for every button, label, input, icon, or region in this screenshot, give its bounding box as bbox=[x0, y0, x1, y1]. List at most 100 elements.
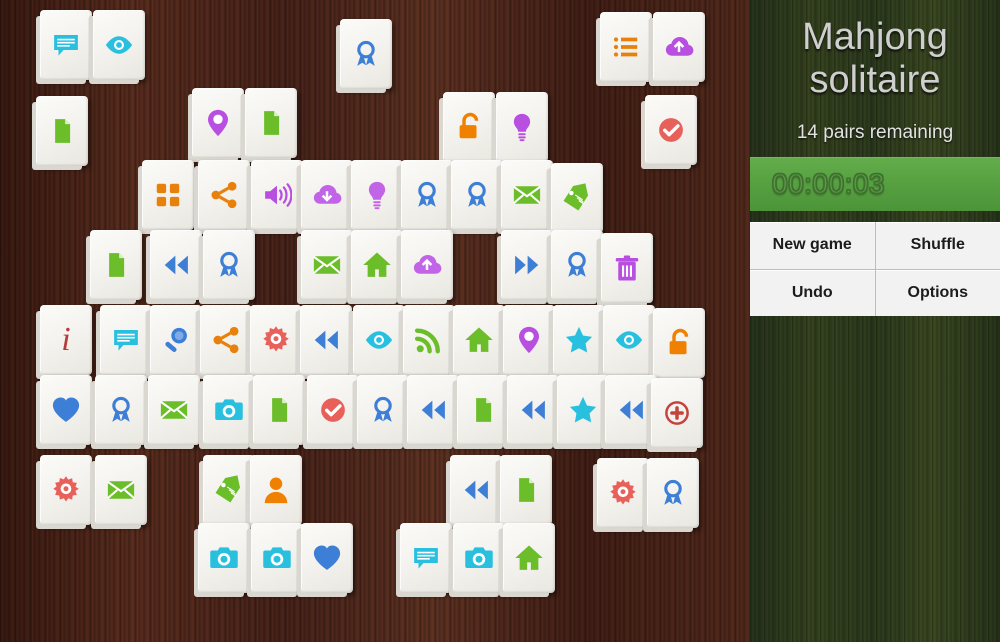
mahjong-tile[interactable] bbox=[353, 305, 405, 375]
mahjong-tile[interactable] bbox=[40, 375, 92, 445]
mahjong-tile[interactable] bbox=[453, 523, 505, 593]
mahjong-tile[interactable] bbox=[150, 305, 202, 375]
mahjong-tile[interactable] bbox=[496, 92, 548, 162]
cloud-upload-icon bbox=[412, 250, 442, 280]
mahjong-tile[interactable] bbox=[340, 19, 392, 89]
document-icon bbox=[256, 108, 286, 138]
mahjong-tile[interactable] bbox=[400, 523, 452, 593]
mahjong-tile[interactable] bbox=[253, 375, 305, 445]
mahjong-tile[interactable] bbox=[647, 458, 699, 528]
mahjong-tile[interactable] bbox=[203, 230, 255, 300]
mahjong-tile[interactable] bbox=[501, 230, 553, 300]
mahjong-tile[interactable] bbox=[36, 96, 88, 166]
mahjong-tile[interactable] bbox=[653, 308, 705, 378]
ribbon-award-icon bbox=[562, 250, 592, 280]
new-game-button[interactable]: New game bbox=[750, 222, 875, 269]
mahjong-tile[interactable] bbox=[501, 160, 553, 230]
lightbulb-icon bbox=[507, 112, 537, 142]
camera-icon bbox=[209, 543, 239, 573]
mahjong-tile[interactable] bbox=[351, 230, 403, 300]
mahjong-tile[interactable] bbox=[603, 305, 655, 375]
mahjong-tile[interactable] bbox=[357, 375, 409, 445]
mahjong-tile[interactable] bbox=[203, 375, 255, 445]
rewind-icon bbox=[161, 250, 191, 280]
price-tag-icon bbox=[214, 475, 244, 505]
control-button-grid: New game Shuffle Undo Options bbox=[750, 222, 1000, 316]
mahjong-tile[interactable] bbox=[251, 160, 303, 230]
mahjong-tile[interactable] bbox=[557, 375, 609, 445]
mahjong-board[interactable]: i bbox=[0, 0, 750, 642]
mahjong-tile[interactable] bbox=[457, 375, 509, 445]
mahjong-tile[interactable] bbox=[95, 375, 147, 445]
mahjong-tile[interactable] bbox=[450, 455, 502, 525]
mahjong-tile[interactable] bbox=[597, 458, 649, 528]
mahjong-tile[interactable] bbox=[198, 160, 250, 230]
shuffle-button[interactable]: Shuffle bbox=[875, 222, 1000, 269]
mahjong-tile[interactable] bbox=[100, 305, 152, 375]
mahjong-tile[interactable] bbox=[93, 10, 145, 80]
mahjong-tile[interactable] bbox=[90, 230, 142, 300]
game-title: Mahjong solitaire bbox=[802, 16, 948, 101]
ribbon-award-icon bbox=[351, 39, 381, 69]
fast-forward-icon bbox=[512, 250, 542, 280]
eye-icon bbox=[364, 325, 394, 355]
mahjong-tile[interactable] bbox=[148, 375, 200, 445]
mahjong-tile[interactable] bbox=[653, 12, 705, 82]
mahjong-tile[interactable] bbox=[453, 305, 505, 375]
options-button[interactable]: Options bbox=[875, 269, 1000, 316]
mahjong-tile[interactable] bbox=[150, 230, 202, 300]
mahjong-tile[interactable] bbox=[307, 375, 359, 445]
mahjong-tile[interactable] bbox=[407, 375, 459, 445]
mahjong-tile[interactable] bbox=[250, 455, 302, 525]
timer-bar: 00:00:03 bbox=[750, 157, 1000, 211]
heart-icon bbox=[51, 395, 81, 425]
mahjong-tile[interactable] bbox=[401, 160, 453, 230]
mahjong-tile[interactable] bbox=[251, 523, 303, 593]
mahjong-tile[interactable] bbox=[443, 92, 495, 162]
home-icon bbox=[514, 543, 544, 573]
cloud-upload-icon bbox=[664, 32, 694, 62]
mahjong-tile[interactable] bbox=[192, 88, 244, 158]
document-icon bbox=[264, 395, 294, 425]
info-i-icon: i bbox=[61, 321, 71, 358]
mahjong-tile[interactable] bbox=[301, 230, 353, 300]
mahjong-tile[interactable] bbox=[300, 305, 352, 375]
mahjong-tile[interactable] bbox=[203, 455, 255, 525]
ribbon-award-icon bbox=[658, 478, 688, 508]
mahjong-tile[interactable] bbox=[451, 160, 503, 230]
mahjong-tile[interactable] bbox=[600, 12, 652, 82]
mail-icon bbox=[159, 395, 189, 425]
mahjong-tile[interactable] bbox=[500, 455, 552, 525]
mahjong-tile[interactable] bbox=[301, 523, 353, 593]
gear-icon bbox=[261, 325, 291, 355]
unlock-icon bbox=[454, 112, 484, 142]
mahjong-tile[interactable] bbox=[250, 305, 302, 375]
mahjong-tile[interactable] bbox=[198, 523, 250, 593]
mahjong-tile[interactable] bbox=[651, 378, 703, 448]
mahjong-tile[interactable] bbox=[403, 305, 455, 375]
mahjong-tile[interactable] bbox=[40, 10, 92, 80]
mahjong-tile[interactable] bbox=[553, 305, 605, 375]
mahjong-tile[interactable] bbox=[95, 455, 147, 525]
mahjong-tile[interactable] bbox=[503, 523, 555, 593]
mahjong-tile[interactable] bbox=[200, 305, 252, 375]
mahjong-tile[interactable] bbox=[605, 375, 657, 445]
mahjong-tile[interactable] bbox=[245, 88, 297, 158]
mahjong-tile[interactable] bbox=[401, 230, 453, 300]
mahjong-tile[interactable] bbox=[142, 160, 194, 230]
camera-icon bbox=[262, 543, 292, 573]
mahjong-tile[interactable] bbox=[601, 233, 653, 303]
heart-icon bbox=[312, 543, 342, 573]
mahjong-tile[interactable] bbox=[551, 163, 603, 233]
undo-button[interactable]: Undo bbox=[750, 269, 875, 316]
mahjong-tile[interactable] bbox=[551, 230, 603, 300]
mahjong-tile[interactable] bbox=[645, 95, 697, 165]
document-icon bbox=[468, 395, 498, 425]
mahjong-tile[interactable] bbox=[301, 160, 353, 230]
ribbon-award-icon bbox=[214, 250, 244, 280]
mahjong-tile[interactable] bbox=[40, 455, 92, 525]
mahjong-tile[interactable]: i bbox=[40, 305, 92, 375]
mahjong-tile[interactable] bbox=[351, 160, 403, 230]
mahjong-tile[interactable] bbox=[507, 375, 559, 445]
mahjong-tile[interactable] bbox=[503, 305, 555, 375]
